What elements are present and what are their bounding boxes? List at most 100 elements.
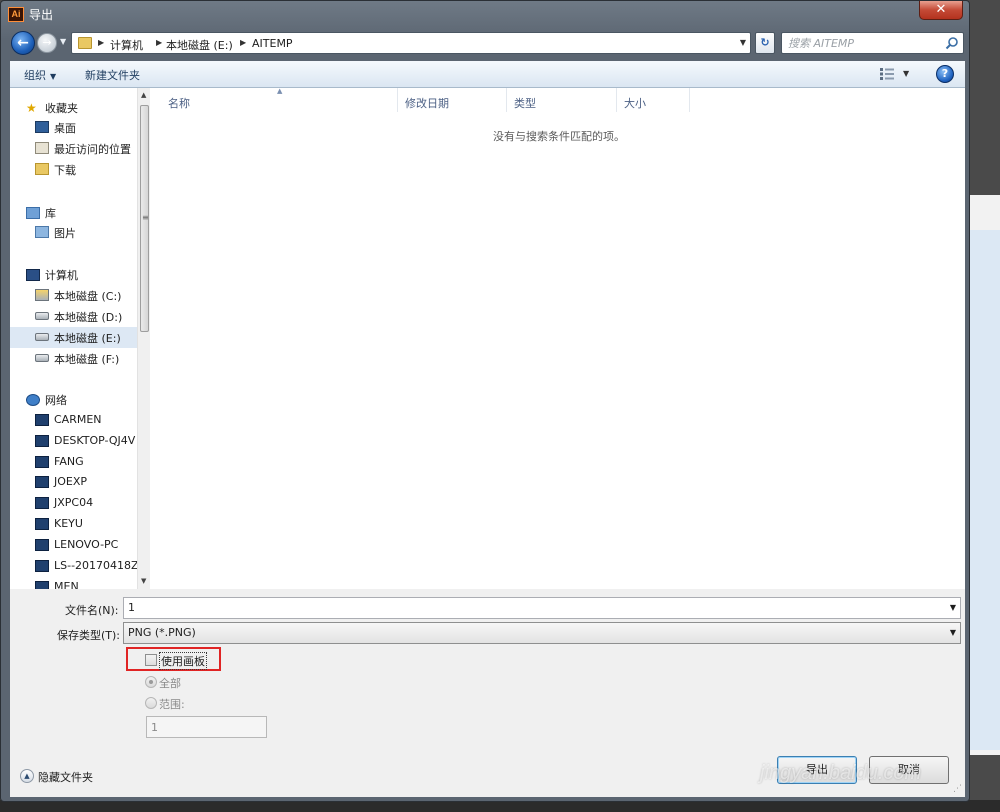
filename-label: 文件名(N): <box>65 604 119 617</box>
export-dialog: Ai 导出 ✕ ← → ▼ ▶ 计算机 ▶ 本地磁盘 (E:) ▶ AITEMP… <box>0 0 970 802</box>
nav-scrollbar[interactable]: ▲ ≡ ▼ <box>137 88 150 589</box>
column-header-label: 类型 <box>514 97 536 110</box>
nav-item-desktop[interactable]: 桌面 <box>10 117 138 138</box>
range-radio[interactable] <box>145 697 157 709</box>
range-input[interactable]: 1 <box>146 716 267 738</box>
nav-item-drive-e[interactable]: 本地磁盘 (E:) <box>10 327 138 348</box>
refresh-button[interactable]: ↻ <box>755 32 775 54</box>
nav-group-label: 计算机 <box>45 269 78 282</box>
filetype-label: 保存类型(T): <box>57 629 121 642</box>
use-artboard-label[interactable]: 使用画板 <box>159 652 207 670</box>
view-dropdown-icon[interactable]: ▼ <box>903 69 909 78</box>
column-header-label: 大小 <box>624 97 646 110</box>
nav-item-drive-f[interactable]: 本地磁盘 (F:) <box>10 348 138 369</box>
nav-item-network-pc[interactable]: FANG <box>10 452 138 473</box>
column-header-date[interactable]: 修改日期 <box>398 88 507 112</box>
nav-item-downloads[interactable]: 下载 <box>10 159 138 180</box>
all-label: 全部 <box>159 677 181 690</box>
search-input[interactable] <box>786 35 936 51</box>
nav-item-label: 最近访问的位置 <box>54 143 131 156</box>
arrow-right-icon: → <box>42 36 52 49</box>
scroll-up-icon[interactable]: ▲ <box>141 91 146 99</box>
nav-item-drive-c[interactable]: 本地磁盘 (C:) <box>10 285 138 306</box>
nav-item-network-pc[interactable]: MEN <box>10 577 138 589</box>
breadcrumb-drive-e[interactable]: 本地磁盘 (E:) <box>166 37 233 53</box>
command-bar: 组织 ▼ 新建文件夹 ▼ ? <box>10 61 965 88</box>
help-button[interactable]: ? <box>936 65 954 83</box>
use-artboard-checkbox[interactable] <box>145 654 157 666</box>
nav-item-network-pc[interactable]: DESKTOP-QJ4V <box>10 431 138 452</box>
nav-item-recent-places[interactable]: 最近访问的位置 <box>10 138 138 159</box>
file-list[interactable]: 名称 ▲ 修改日期 类型 大小 没有与搜索条件匹配的项。 <box>150 87 965 589</box>
all-radio[interactable] <box>145 676 157 688</box>
breadcrumb-chevron-icon[interactable]: ▶ <box>240 38 246 47</box>
desktop-icon <box>35 121 49 133</box>
column-header-name[interactable]: 名称 ▲ <box>150 87 398 112</box>
column-header-label: 名称 <box>168 97 190 110</box>
address-dropdown-icon[interactable]: ▼ <box>740 38 746 47</box>
breadcrumb-computer[interactable]: 计算机 <box>110 37 143 53</box>
nav-group-label: 网络 <box>45 394 67 407</box>
pictures-icon <box>35 226 49 238</box>
nav-item-network-pc[interactable]: LENOVO-PC <box>10 535 138 556</box>
range-label: 范围: <box>159 698 185 711</box>
search-icon[interactable] <box>945 36 959 50</box>
chevron-down-icon: ▼ <box>50 72 57 81</box>
nav-item-network-pc[interactable]: CARMEN <box>10 410 138 431</box>
forward-button[interactable]: → <box>37 33 57 53</box>
organize-label: 组织 <box>24 69 46 82</box>
hard-drive-icon <box>35 333 49 341</box>
network-computer-icon <box>35 539 49 551</box>
nav-group-label: 收藏夹 <box>45 102 78 115</box>
chevron-up-icon: ▲ <box>20 769 34 783</box>
nav-item-label: LS--20170418ZI <box>54 559 142 572</box>
new-folder-button[interactable]: 新建文件夹 <box>85 67 140 83</box>
nav-item-label: 图片 <box>54 227 76 240</box>
nav-group-label: 库 <box>45 207 56 220</box>
library-icon <box>26 207 40 219</box>
nav-item-label: 本地磁盘 (D:) <box>54 311 123 324</box>
search-box[interactable] <box>781 32 964 54</box>
title-bar[interactable]: Ai 导出 ✕ <box>1 1 969 27</box>
hard-drive-icon <box>35 312 49 320</box>
nav-item-label: JOEXP <box>54 475 88 488</box>
column-header-size[interactable]: 大小 <box>617 88 690 112</box>
scroll-down-icon[interactable]: ▼ <box>141 577 146 585</box>
view-options-icon[interactable] <box>880 68 894 80</box>
filename-value: 1 <box>128 601 135 614</box>
nav-item-network-pc[interactable]: KEYU <box>10 514 138 535</box>
breadcrumb-aitemp[interactable]: AITEMP <box>252 37 293 50</box>
breadcrumb-chevron-icon[interactable]: ▶ <box>156 38 162 47</box>
nav-item-network-pc[interactable]: JXPC04 <box>10 493 138 514</box>
filename-input[interactable]: 1 ▼ <box>123 597 961 619</box>
address-row: ← → ▼ ▶ 计算机 ▶ 本地磁盘 (E:) ▶ AITEMP ▼ ↻ <box>1 28 969 58</box>
nav-item-label: 本地磁盘 (F:) <box>54 353 120 366</box>
close-button[interactable]: ✕ <box>919 1 963 20</box>
star-icon: ★ <box>26 101 37 115</box>
breadcrumb-chevron-icon[interactable]: ▶ <box>98 38 104 47</box>
network-computer-icon <box>35 456 49 468</box>
sort-ascending-icon: ▲ <box>277 87 283 95</box>
column-header-label: 修改日期 <box>405 97 449 110</box>
hard-drive-icon <box>35 354 49 362</box>
nav-item-label: 桌面 <box>54 122 76 135</box>
organize-button[interactable]: 组织 ▼ <box>24 67 56 83</box>
nav-item-label: MEN <box>54 580 79 589</box>
nav-item-drive-d[interactable]: 本地磁盘 (D:) <box>10 306 138 327</box>
filetype-select[interactable]: PNG (*.PNG) ▼ <box>123 622 961 644</box>
nav-item-network-pc[interactable]: JOEXP <box>10 472 138 493</box>
nav-item-pictures[interactable]: 图片 <box>10 222 138 243</box>
chevron-down-icon[interactable]: ▼ <box>950 603 956 612</box>
nav-item-label: LENOVO-PC <box>54 538 119 551</box>
nav-item-network-pc[interactable]: LS--20170418ZI <box>10 556 142 577</box>
background-panel-blue <box>968 230 1000 750</box>
refresh-icon: ↻ <box>760 36 770 49</box>
back-button[interactable]: ← <box>11 31 35 55</box>
watermark-text: jingyan.baidu.com <box>760 762 922 784</box>
address-bar[interactable]: ▶ 计算机 ▶ 本地磁盘 (E:) ▶ AITEMP ▼ <box>71 32 751 54</box>
network-computer-icon <box>35 581 49 589</box>
column-header-type[interactable]: 类型 <box>507 88 617 112</box>
resize-grip-icon[interactable]: ⋰ <box>953 784 962 794</box>
recent-locations-dropdown[interactable]: ▼ <box>60 37 66 46</box>
arrow-left-icon: ← <box>17 35 29 51</box>
